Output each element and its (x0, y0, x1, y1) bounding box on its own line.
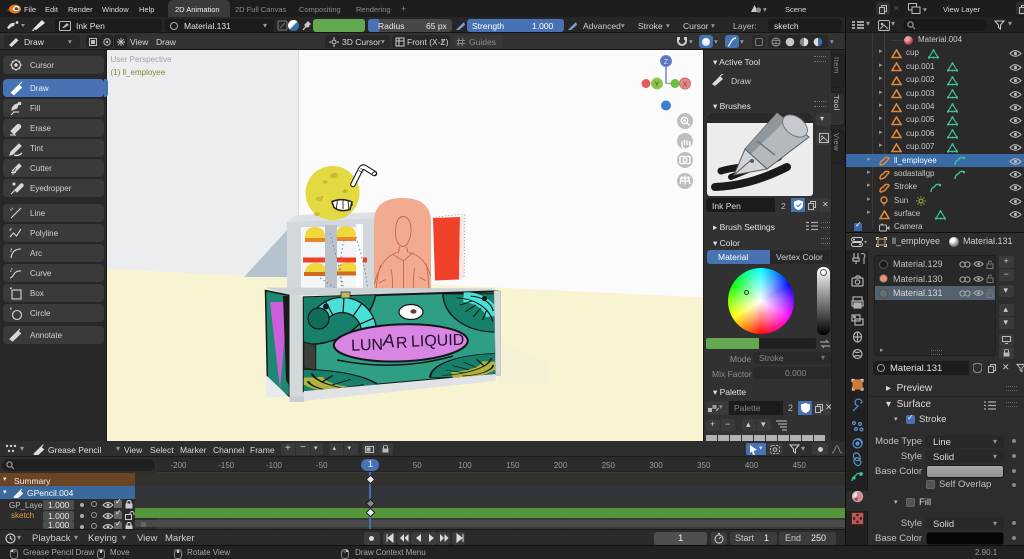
svg-text:Z: Z (664, 59, 669, 66)
svg-text:Y: Y (655, 82, 660, 89)
svg-text:X: X (683, 82, 688, 89)
svg-text:LUN: LUN (351, 337, 384, 355)
svg-text:R: R (396, 335, 408, 352)
svg-text:LIQUID: LIQUID (411, 332, 465, 351)
